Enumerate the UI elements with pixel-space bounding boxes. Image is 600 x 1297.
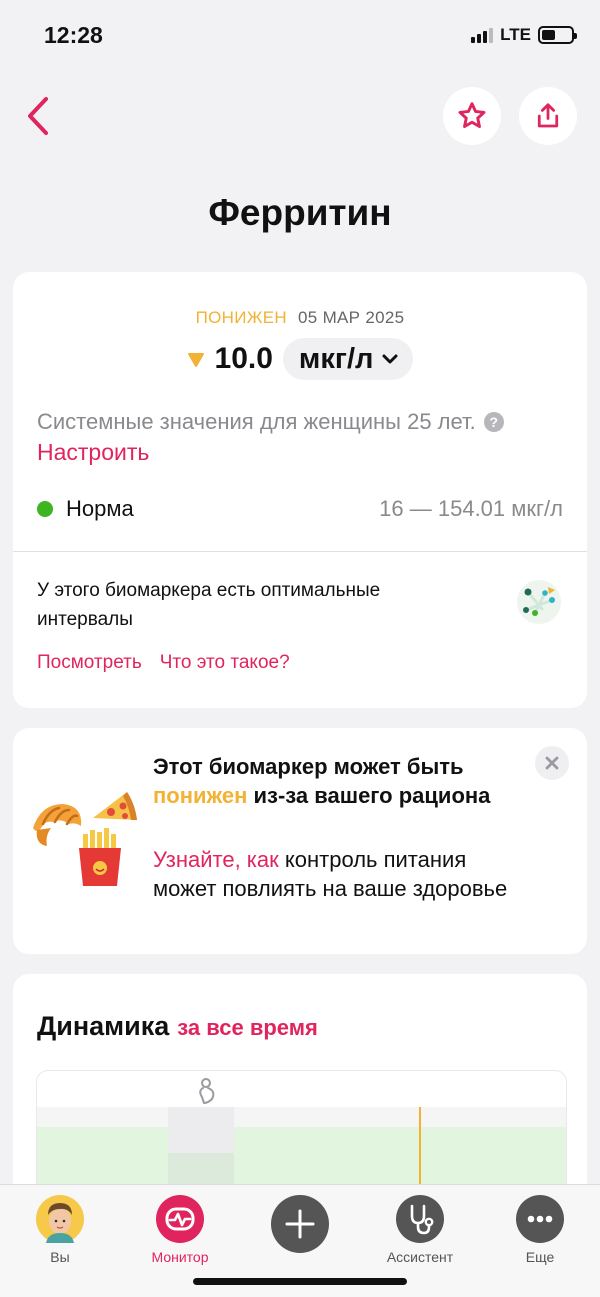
dynamics-range-selector[interactable]: за все время	[177, 1015, 318, 1041]
tab-more[interactable]: Еще	[485, 1195, 595, 1265]
view-link[interactable]: Посмотреть	[37, 652, 142, 674]
diet-body: Узнайте, как контроль питания может повл…	[153, 847, 508, 901]
battery-icon	[538, 26, 577, 44]
result-card: ПОНИЖЕН 05 МАР 2025 10.0 мкг/л Системные…	[13, 272, 587, 708]
monitor-icon	[156, 1195, 204, 1243]
learn-how-link[interactable]: Узнайте, как	[153, 847, 279, 872]
low-indicator-icon	[187, 353, 204, 367]
tab-label-monitor: Монитор	[151, 1249, 209, 1265]
help-icon[interactable]: ?	[483, 412, 504, 432]
more-icon	[516, 1195, 564, 1243]
tab-add[interactable]	[245, 1195, 355, 1253]
signal-icon	[471, 27, 494, 43]
diet-title: Этот биомаркер может быть понижен из-за …	[153, 754, 491, 808]
tab-assistant[interactable]: Ассистент	[365, 1195, 475, 1265]
result-meta: ПОНИЖЕН 05 МАР 2025	[13, 308, 587, 328]
norm-row: Норма 16 — 154.01 мкг/л	[37, 496, 563, 522]
optimal-intervals-icon	[517, 580, 561, 624]
unit-selector[interactable]: мкг/л	[282, 338, 414, 380]
chevron-down-icon	[382, 354, 398, 364]
share-button[interactable]	[519, 87, 577, 145]
stethoscope-icon	[396, 1195, 444, 1243]
avatar	[36, 1195, 84, 1243]
chart-band-upper	[37, 1107, 566, 1127]
diet-card: Этот биомаркер может быть понижен из-за …	[13, 728, 587, 954]
value-row: 10.0 мкг/л	[13, 338, 587, 380]
optimal-intervals-text: У этого биомаркера есть оптимальные инте…	[37, 580, 381, 630]
favorite-button[interactable]	[443, 87, 501, 145]
status-badge: ПОНИЖЕН	[195, 308, 287, 327]
tab-label-you: Вы	[50, 1249, 70, 1265]
croissant-icon	[33, 804, 82, 846]
network-label: LTE	[500, 25, 531, 44]
pregnancy-icon	[199, 1078, 215, 1104]
status-indicators: LTE	[471, 25, 577, 45]
food-illustration	[33, 792, 137, 886]
result-date: 05 МАР 2025	[298, 308, 405, 327]
system-values-text: Системные значения для женщины 25 лет. ?	[37, 409, 504, 435]
optimal-links: Посмотреть Что это такое?	[37, 652, 290, 674]
result-value: 10.0	[214, 342, 273, 375]
status-bar: 12:28 LTE	[0, 0, 600, 70]
what-is-it-link[interactable]: Что это такое?	[160, 652, 290, 674]
tab-you[interactable]: Вы	[5, 1195, 115, 1265]
dynamics-header: Динамика за все время	[37, 1011, 318, 1042]
unit-label: мкг/л	[298, 342, 374, 375]
chevron-left-icon	[28, 97, 48, 135]
diet-title-highlight: понижен	[153, 783, 248, 808]
tab-monitor[interactable]: Монитор	[125, 1195, 235, 1265]
plus-icon	[271, 1195, 329, 1253]
norm-dot-icon	[37, 501, 53, 517]
close-icon	[545, 756, 559, 770]
divider	[13, 551, 587, 552]
pizza-icon	[93, 792, 137, 820]
tab-label-assistant: Ассистент	[386, 1249, 454, 1265]
norm-range: 16 — 154.01 мкг/л	[379, 496, 563, 521]
back-button[interactable]	[18, 92, 58, 140]
share-icon	[537, 103, 559, 128]
norm-label: Норма	[66, 496, 134, 521]
home-indicator	[193, 1278, 407, 1285]
fries-icon	[79, 828, 121, 886]
close-button[interactable]	[535, 746, 569, 780]
star-icon	[458, 102, 486, 128]
chart-highlight-column	[168, 1107, 234, 1153]
status-time: 12:28	[44, 22, 103, 48]
dynamics-title: Динамика	[37, 1011, 170, 1041]
page-title: Ферритин	[208, 192, 392, 233]
configure-link[interactable]: Настроить	[37, 439, 149, 466]
tab-label-more: Еще	[525, 1249, 555, 1265]
